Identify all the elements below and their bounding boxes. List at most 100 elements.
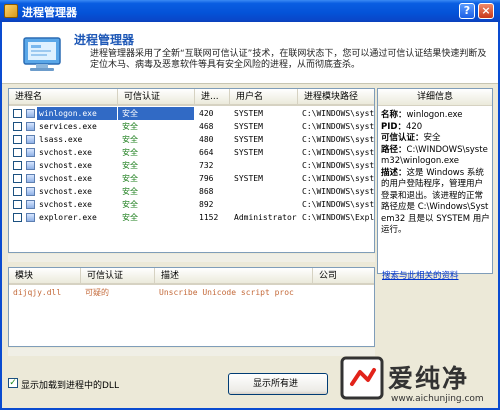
show-dll-label: 显示加载到进程中的DLL xyxy=(21,381,119,391)
process-path: C:\WINDOWS\syst xyxy=(302,174,375,183)
watermark-logo-icon xyxy=(340,356,384,400)
process-name: winlogon.exe xyxy=(37,107,117,120)
process-pid: 732 xyxy=(199,161,214,170)
dll-description: Unscribe Unicode script proc xyxy=(159,288,294,297)
details-pid-label: PID： xyxy=(381,121,406,132)
help-button[interactable]: ? xyxy=(459,3,475,19)
column-header-user[interactable]: 用户名 xyxy=(230,89,298,106)
dll-table[interactable]: 模块 可信认证 描述 公司 dijqjy.dll 可疑的 Unscribe Un… xyxy=(8,267,375,347)
process-checkbox[interactable] xyxy=(13,174,22,183)
process-path: C:\WINDOWS\syst xyxy=(302,122,375,131)
process-name: svchost.exe xyxy=(39,200,92,209)
process-icon xyxy=(26,213,35,222)
process-icon xyxy=(26,109,35,118)
process-row[interactable]: svchost.exe 安全 868 C:\WINDOWS\syst xyxy=(9,185,375,198)
process-row[interactable]: svchost.exe 安全 732 C:\WINDOWS\syst xyxy=(9,159,374,172)
process-checkbox[interactable] xyxy=(13,122,22,131)
process-trust: 安全 xyxy=(122,148,138,157)
dll-module: dijqjy.dll xyxy=(13,288,62,297)
process-row[interactable]: svchost.exe 安全 664 SYSTEM C:\WINDOWS\syst xyxy=(9,146,375,159)
details-trust-value: 安全 xyxy=(423,133,441,143)
close-button[interactable]: × xyxy=(478,3,494,19)
process-checkbox[interactable] xyxy=(13,213,22,222)
process-icon xyxy=(26,148,35,157)
process-user: Administrator xyxy=(234,213,297,222)
dll-table-header: 模块 可信认证 描述 公司 xyxy=(9,268,374,285)
process-path: C:\WINDOWS\syst xyxy=(302,148,375,157)
details-name-value: winlogon.exe xyxy=(406,110,463,120)
show-dll-checkbox[interactable]: ✓ xyxy=(8,378,18,388)
process-path: C:\WINDOWS\syst xyxy=(302,135,375,144)
details-body: 名称：winlogon.exe PID：420 可信认证：安全 路径：C:\WI… xyxy=(381,110,491,237)
process-trust: 安全 xyxy=(118,107,194,120)
column-header-description[interactable]: 描述 xyxy=(155,268,313,285)
header-banner: 进程管理器 进程管理器采用了全新“互联网可信认证”技术，在联网状态下，您可以通过… xyxy=(2,22,498,84)
process-pid: 420 xyxy=(199,109,214,118)
process-checkbox[interactable] xyxy=(13,135,22,144)
process-icon xyxy=(26,200,35,209)
process-table[interactable]: 进程名 可信认证 进... 用户名 进程模块路径 winlogon.exe 安全 4… xyxy=(8,88,375,253)
show-all-button[interactable]: 显示所有进 xyxy=(228,373,328,395)
process-user: SYSTEM xyxy=(234,174,263,183)
dll-row[interactable]: dijqjy.dll 可疑的 Unscribe Unicode script p… xyxy=(9,286,374,299)
search-related-link[interactable]: 搜索与此相关的资料 xyxy=(382,269,459,281)
process-name: svchost.exe xyxy=(39,161,92,170)
process-trust: 安全 xyxy=(122,187,138,196)
process-name: svchost.exe xyxy=(39,174,92,183)
process-user xyxy=(230,159,297,172)
process-user: SYSTEM xyxy=(234,148,263,157)
process-name: svchost.exe xyxy=(39,148,92,157)
column-header-path[interactable]: 进程模块路径 xyxy=(298,89,374,106)
process-table-header: 进程名 可信认证 进... 用户名 进程模块路径 xyxy=(9,89,374,106)
process-trust: 安全 xyxy=(122,200,138,209)
process-name: lsass.exe xyxy=(39,135,83,144)
process-checkbox[interactable] xyxy=(13,200,22,209)
process-pid: 892 xyxy=(199,200,214,209)
dll-horizontal-scrollbar[interactable] xyxy=(8,348,375,356)
process-row[interactable]: services.exe 安全 468 SYSTEM C:\WINDOWS\syst xyxy=(9,120,375,133)
column-header-trust[interactable]: 可信认证 xyxy=(118,89,195,106)
process-pid: 796 xyxy=(199,174,214,183)
monitor-icon xyxy=(23,37,61,71)
title-bar[interactable]: 进程管理器 ? × xyxy=(0,0,500,22)
process-user: SYSTEM xyxy=(234,122,263,131)
process-user xyxy=(230,198,297,211)
details-panel: 详细信息 名称：winlogon.exe PID：420 可信认证：安全 路径：… xyxy=(377,88,493,281)
process-name: explorer.exe xyxy=(39,213,97,222)
watermark-url: www.aichunjing.com xyxy=(391,394,484,404)
process-row[interactable]: svchost.exe 安全 892 C:\WINDOWS\syst xyxy=(9,198,375,211)
details-trust-label: 可信认证： xyxy=(381,133,424,143)
process-horizontal-scrollbar[interactable] xyxy=(8,254,375,262)
process-row[interactable]: winlogon.exe 安全 420 SYSTEM C:\WINDOWS\syst xyxy=(9,107,375,120)
process-path: C:\WINDOWS\Explo xyxy=(302,213,375,222)
window-title: 进程管理器 xyxy=(22,6,77,19)
details-path-label: 路径： xyxy=(381,144,407,155)
header-title: 进程管理器 xyxy=(74,33,135,47)
process-name: services.exe xyxy=(39,122,97,131)
column-header-name[interactable]: 进程名 xyxy=(9,89,118,106)
process-checkbox[interactable] xyxy=(13,187,22,196)
process-name: svchost.exe xyxy=(39,187,92,196)
process-row[interactable]: svchost.exe 安全 796 SYSTEM C:\WINDOWS\syst xyxy=(9,172,375,185)
process-trust: 安全 xyxy=(122,161,138,170)
process-pid: 868 xyxy=(199,187,214,196)
details-name-label: 名称： xyxy=(381,110,407,120)
process-rows: winlogon.exe 安全 420 SYSTEM C:\WINDOWS\syst se… xyxy=(9,107,375,224)
process-path: C:\WINDOWS\syst xyxy=(302,109,375,118)
column-header-module[interactable]: 模块 xyxy=(9,268,81,285)
process-icon xyxy=(26,135,35,144)
column-header-company[interactable]: 公司 xyxy=(313,268,374,285)
details-pid-value: 420 xyxy=(405,121,423,132)
process-pid: 480 xyxy=(199,135,214,144)
column-header-pid[interactable]: 进... xyxy=(195,89,230,106)
process-row[interactable]: lsass.exe 安全 480 SYSTEM C:\WINDOWS\syst xyxy=(9,133,375,146)
process-checkbox[interactable] xyxy=(13,161,22,170)
dll-trust: 可疑的 xyxy=(85,288,109,297)
process-path: C:\WINDOWS\syst xyxy=(302,200,375,209)
details-desc-label: 描述： xyxy=(381,167,407,178)
process-checkbox[interactable] xyxy=(13,109,22,118)
process-path: C:\WINDOWS\syst xyxy=(302,187,375,196)
column-header-dll-trust[interactable]: 可信认证 xyxy=(81,268,155,285)
process-row[interactable]: explorer.exe 安全 1152 Administrator C:\WINDOW… xyxy=(9,211,375,224)
process-checkbox[interactable] xyxy=(13,148,22,157)
